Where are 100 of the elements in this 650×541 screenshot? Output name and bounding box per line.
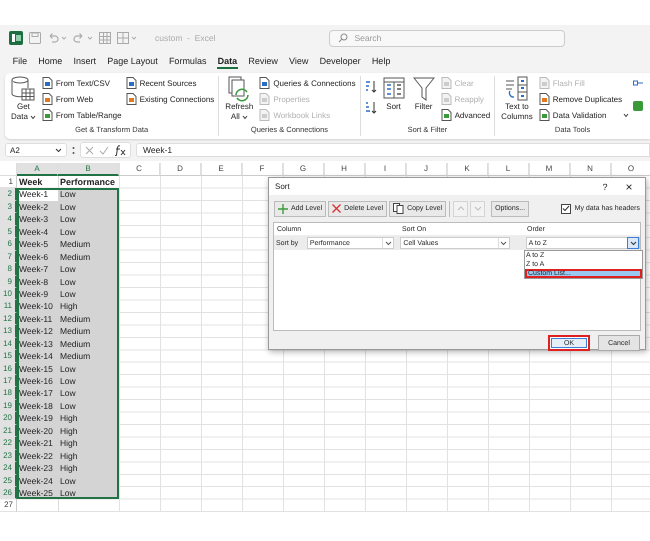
menu-tab[interactable]: Page Layout bbox=[102, 53, 164, 69]
menu-tab[interactable]: Formulas bbox=[163, 53, 212, 69]
ribbon-button[interactable]: Data Validation bbox=[538, 108, 630, 122]
column-header[interactable]: H bbox=[324, 163, 365, 176]
row-header[interactable]: 2 bbox=[0, 188, 17, 201]
column-header[interactable]: N bbox=[570, 163, 611, 176]
search-input[interactable]: Search bbox=[354, 33, 534, 43]
menu-tab[interactable]: View bbox=[283, 53, 314, 69]
row-header[interactable]: 6 bbox=[0, 238, 17, 251]
ribbon-button[interactable]: Sort bbox=[380, 76, 407, 125]
table-cell: High bbox=[58, 412, 119, 425]
document-icon bbox=[126, 93, 137, 105]
redo-icon[interactable] bbox=[73, 32, 85, 44]
table-cell: Week-19 bbox=[17, 412, 58, 425]
row-header[interactable]: 22 bbox=[0, 437, 17, 450]
caret-icon[interactable] bbox=[131, 35, 137, 41]
row-header[interactable]: 18 bbox=[0, 387, 17, 400]
menu-tab[interactable]: Developer bbox=[314, 53, 366, 69]
undo-icon[interactable] bbox=[47, 32, 59, 44]
name-box[interactable]: A2 bbox=[5, 143, 67, 157]
check-icon[interactable] bbox=[99, 146, 109, 154]
ribbon-button[interactable]: Recent Sources bbox=[126, 76, 214, 90]
column-header[interactable]: C bbox=[119, 163, 160, 176]
row-header[interactable]: 10 bbox=[0, 288, 17, 300]
row-header[interactable]: 7 bbox=[0, 250, 17, 264]
ribbon-button[interactable]: From Text/CSV bbox=[42, 76, 122, 90]
grid-icon[interactable] bbox=[99, 32, 111, 44]
formula-field[interactable]: Week-1 bbox=[136, 143, 650, 157]
ribbon-button[interactable]: Advanced bbox=[440, 108, 490, 122]
column-header[interactable]: E bbox=[201, 163, 242, 176]
row-header[interactable]: 14 bbox=[0, 338, 17, 350]
search-field[interactable]: Search bbox=[329, 30, 566, 46]
row-header[interactable]: 23 bbox=[0, 450, 17, 462]
ribbon-button[interactable]: From Web bbox=[42, 92, 122, 106]
chevron-down-icon bbox=[474, 206, 482, 211]
row-header[interactable]: 26 bbox=[0, 486, 17, 500]
table-cell: Week-3 bbox=[17, 213, 58, 226]
column-header[interactable]: I bbox=[365, 163, 406, 176]
ribbon-button[interactable]: Remove Duplicates bbox=[538, 92, 630, 106]
column-header[interactable]: B bbox=[58, 163, 119, 176]
row-header[interactable]: 3 bbox=[0, 200, 17, 214]
table-cell: Week-2 bbox=[17, 200, 58, 214]
checkbox[interactable] bbox=[560, 204, 571, 214]
row-header[interactable]: 19 bbox=[0, 400, 17, 412]
sort-ascending-icon[interactable] bbox=[364, 80, 377, 93]
column-header[interactable]: K bbox=[447, 163, 488, 176]
row-header[interactable]: 8 bbox=[0, 263, 17, 276]
table-cell: Low bbox=[58, 288, 119, 300]
column-header[interactable]: L bbox=[488, 163, 529, 176]
row-header[interactable]: 13 bbox=[0, 325, 17, 338]
menu-tab[interactable]: Help bbox=[366, 53, 396, 69]
row-header[interactable]: 15 bbox=[0, 350, 17, 363]
ribbon-button[interactable]: Existing Connections bbox=[126, 92, 214, 106]
column-header[interactable]: G bbox=[283, 163, 324, 176]
function-icon[interactable] bbox=[114, 144, 126, 156]
row-header[interactable]: 12 bbox=[0, 312, 17, 326]
cancel-icon[interactable] bbox=[85, 146, 94, 154]
column-header[interactable]: D bbox=[160, 163, 201, 176]
table-cell: Medium bbox=[58, 338, 119, 350]
table-cell: Week-6 bbox=[17, 250, 58, 264]
column-header[interactable]: M bbox=[529, 163, 570, 176]
table-cell: Week-21 bbox=[17, 437, 58, 450]
ribbon-button[interactable]: Filter bbox=[410, 76, 437, 125]
row-header[interactable]: 17 bbox=[0, 375, 17, 388]
table-cell: Low bbox=[58, 486, 119, 500]
column-header[interactable]: F bbox=[242, 163, 283, 176]
row-header[interactable]: 24 bbox=[0, 462, 17, 474]
spreadsheet-logo-icon[interactable] bbox=[9, 31, 23, 45]
row-header[interactable]: 27 bbox=[0, 499, 17, 512]
menu-tab[interactable]: Insert bbox=[68, 53, 102, 69]
table-cell: Low bbox=[58, 213, 119, 226]
ribbon-button[interactable]: Queries & Connections bbox=[259, 76, 356, 90]
help-button[interactable]: ? bbox=[593, 182, 617, 192]
row-header[interactable]: 20 bbox=[0, 412, 17, 425]
row-header[interactable]: 16 bbox=[0, 362, 17, 375]
column-header[interactable]: A bbox=[17, 163, 58, 176]
menu-tab[interactable]: Home bbox=[32, 53, 68, 69]
menu-tab[interactable]: File bbox=[7, 53, 33, 69]
row-header[interactable]: 21 bbox=[0, 424, 17, 438]
data-model-icon[interactable] bbox=[633, 100, 644, 112]
row-header[interactable]: 11 bbox=[0, 300, 17, 313]
menu-tab[interactable]: Review bbox=[242, 53, 284, 69]
row-header[interactable]: 4 bbox=[0, 213, 17, 226]
ribbon-button[interactable]: From Table/Range bbox=[42, 108, 122, 122]
ribbon-button[interactable]: Text to Columns bbox=[499, 76, 535, 125]
column-header[interactable]: J bbox=[406, 163, 447, 176]
close-button[interactable]: × bbox=[617, 180, 641, 194]
row-header[interactable]: 25 bbox=[0, 474, 17, 487]
row-header[interactable]: 9 bbox=[0, 276, 17, 288]
column-header[interactable]: O bbox=[611, 163, 650, 176]
caret-icon[interactable] bbox=[87, 35, 93, 41]
save-icon[interactable] bbox=[29, 32, 41, 44]
row-header[interactable]: 5 bbox=[0, 226, 17, 238]
sort-descending-icon[interactable] bbox=[364, 101, 377, 114]
menu-tab[interactable]: Data bbox=[212, 53, 243, 69]
caret-icon[interactable] bbox=[61, 35, 67, 41]
table-cell: Week-14 bbox=[17, 350, 58, 363]
grid-icon[interactable] bbox=[117, 32, 129, 44]
ribbon-button[interactable]: Get Data bbox=[9, 76, 38, 125]
ribbon-button[interactable]: Refresh All bbox=[223, 76, 256, 125]
